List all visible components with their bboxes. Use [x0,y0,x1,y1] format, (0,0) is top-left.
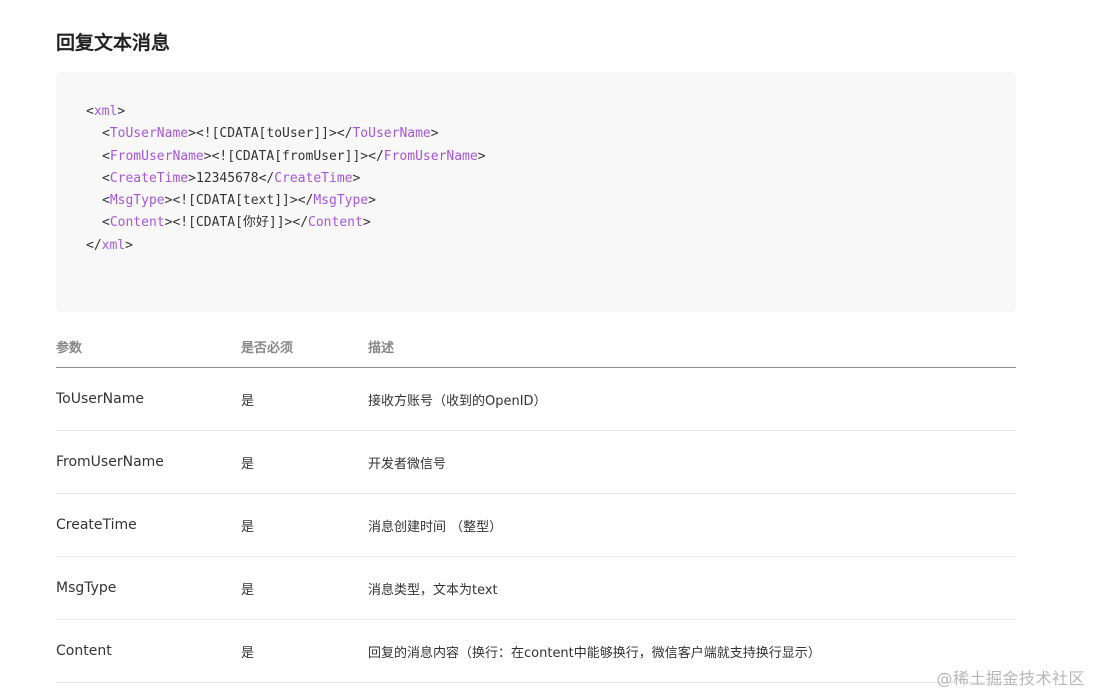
code-line: <MsgType><![CDATA[text]]></MsgType> [102,193,376,209]
description-cell: 接收方账号（收到的OpenID） [368,367,1016,431]
xml-tag-name: ToUserName [109,126,189,142]
xml-tag-name: xml [93,104,118,119]
table-row: MsgType 是 消息类型，文本为text [56,556,1016,620]
code-line: </xml> [86,237,133,253]
param-cell: CreateTime [56,493,241,557]
xml-text-value: <![CDATA[text]]> [172,193,298,209]
xml-text-value: 12345678 [195,170,259,186]
code-line: <ToUserName><![CDATA[toUser]]></ToUserNa… [102,126,439,142]
xml-tag-name: FromUserName [383,148,478,164]
xml-tag-name: FromUserName [109,148,204,164]
description-cell: 回复的消息内容（换行：在content中能够换行，微信客户端就支持换行显示） [368,619,1016,683]
required-cell: 是 [241,367,368,431]
code-line: <CreateTime>12345678</CreateTime> [102,170,361,186]
description-cell: 开发者微信号 [368,430,1016,494]
required-cell: 是 [241,619,368,683]
table-header-row: 参数 是否必须 描述 [56,325,1016,368]
header-description: 描述 [368,325,1016,368]
xml-tag-name: ToUserName [352,126,431,142]
description-cell: 消息创建时间 （整型） [368,493,1016,557]
code-line: <FromUserName><![CDATA[fromUser]]></From… [102,148,486,164]
table-row: ToUserName 是 接收方账号（收到的OpenID） [56,367,1016,431]
xml-tag-name: Content [308,215,363,231]
watermark: @稀土掘金技术社区 [936,669,1085,688]
xml-tag-name: CreateTime [109,170,189,186]
xml-text-value: <![CDATA[fromUser]]> [211,148,369,164]
xml-tag-name: xml [101,237,126,253]
xml-tag-name: CreateTime [274,170,353,186]
page-title: 回复文本消息 [56,32,171,54]
required-cell: 是 [241,430,368,494]
code-line: <xml> [86,104,126,119]
header-param: 参数 [56,325,241,368]
xml-tag-name: MsgType [313,193,369,209]
header-required: 是否必须 [241,325,368,368]
param-cell: FromUserName [56,430,241,494]
required-cell: 是 [241,556,368,620]
code-block: <xml> <ToUserName><![CDATA[toUser]]></ToU… [56,72,1016,312]
parameter-table: 参数 是否必须 描述 ToUserName 是 接收方账号（收到的OpenID）… [56,325,1016,683]
required-cell: 是 [241,493,368,557]
param-cell: MsgType [56,556,241,620]
table-row: Content 是 回复的消息内容（换行：在content中能够换行，微信客户端… [56,619,1016,683]
table-row: CreateTime 是 消息创建时间 （整型） [56,493,1016,557]
xml-tag-name: Content [109,215,165,231]
code-line: <Content><![CDATA[你好]]></Content> [102,215,371,231]
description-cell: 消息类型，文本为text [368,556,1016,620]
xml-tag-name: MsgType [109,193,165,209]
xml-text-value: <![CDATA[toUser]]> [195,126,337,142]
xml-text-value: <![CDATA[你好]]> [172,215,293,231]
param-cell: Content [56,619,241,683]
param-cell: ToUserName [56,367,241,431]
table-row: FromUserName 是 开发者微信号 [56,430,1016,494]
code-lines: <xml> <ToUserName><![CDATA[toUser]]></ToU… [86,101,486,257]
